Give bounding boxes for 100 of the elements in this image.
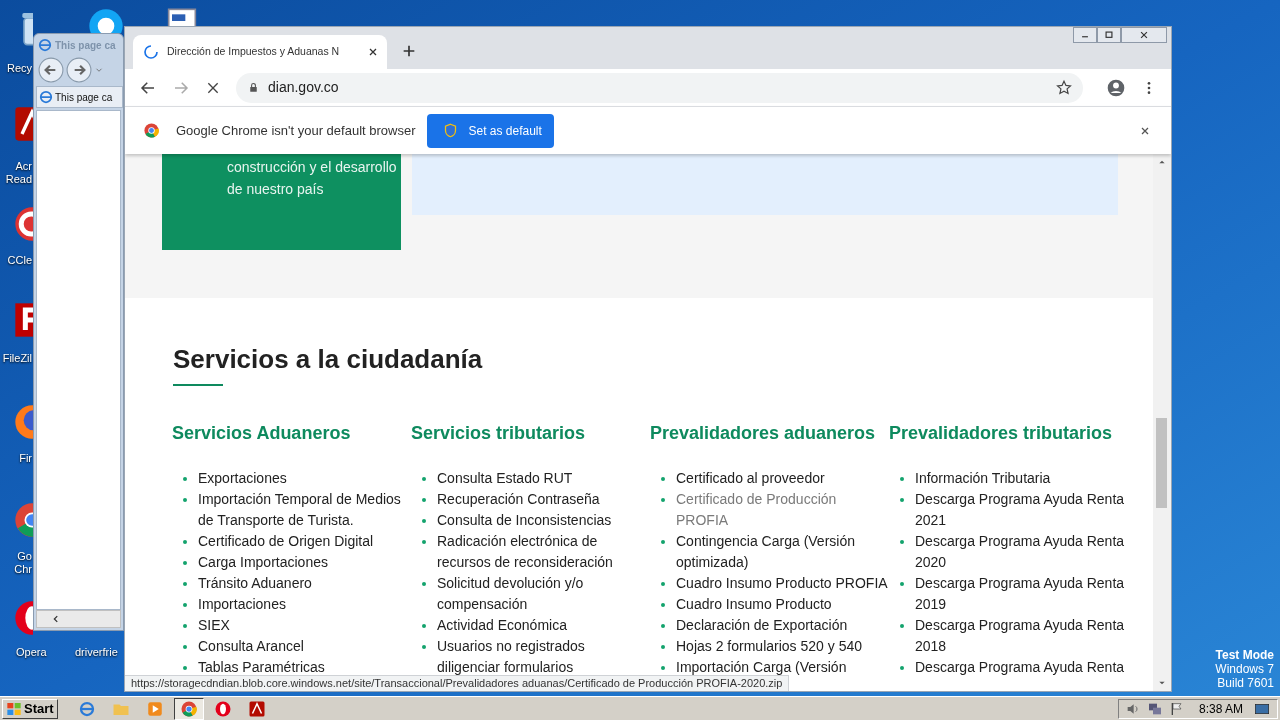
- service-link[interactable]: Descarga Programa Ayuda Renta: [915, 657, 1128, 678]
- service-link[interactable]: Usuarios no registrados diligenciar formularios: [437, 636, 650, 678]
- banner-text: construcción y el desarrollo de nuestro país: [227, 158, 397, 199]
- icon-label[interactable]: Opera: [16, 646, 56, 659]
- url-text: dian.gov.co: [268, 78, 340, 97]
- ie-icon: [77, 699, 96, 718]
- scroll-down-icon[interactable]: [1158, 679, 1166, 687]
- ie-icon: [38, 38, 52, 52]
- service-link[interactable]: Declaración de Exportación: [676, 615, 889, 636]
- app-icon[interactable]: [12, 300, 33, 340]
- ie-icon: [39, 90, 53, 104]
- service-link[interactable]: Certificado de Origen Digital: [198, 531, 411, 552]
- service-link[interactable]: Información Tributaria: [915, 468, 1128, 489]
- bullet-icon: [900, 665, 904, 670]
- service-link[interactable]: Hojas 2 formularios 520 y 540: [676, 636, 889, 657]
- service-link[interactable]: Importaciones: [198, 594, 411, 615]
- service-link[interactable]: Solicitud devolución y/o compensación: [437, 573, 650, 615]
- service-link[interactable]: Actividad Económica: [437, 615, 650, 636]
- system-text: Windows 7: [1215, 662, 1274, 676]
- browser-tab[interactable]: This page ca: [36, 86, 123, 108]
- status-url: https://storagecdndian.blob.core.windows.net/site/Transaccional/Prevalidadores aduanas/Certificado de Producción PROFIA-2020.zip: [131, 676, 783, 691]
- icon-label[interactable]: Recy: [0, 62, 32, 75]
- system-text: Build 7601: [1217, 676, 1274, 690]
- bullet-icon: [900, 476, 904, 481]
- star-icon[interactable]: [1055, 78, 1073, 97]
- info-message: Google Chrome isn't your default browser: [176, 121, 416, 140]
- scrollbar[interactable]: [1153, 154, 1171, 691]
- bullet-icon: [900, 623, 904, 628]
- service-link[interactable]: Cuadro Insumo Producto PROFIA: [676, 573, 889, 594]
- bullet-icon: [422, 518, 426, 523]
- close-icon[interactable]: [367, 46, 379, 58]
- restore-button[interactable]: [1097, 27, 1121, 43]
- horizontal-scrollbar[interactable]: [36, 610, 121, 628]
- bullet-icon: [183, 581, 187, 586]
- bullet-icon: [661, 644, 665, 649]
- bullet-icon: [900, 581, 904, 586]
- column-heading: Prevalidadores tributarios: [889, 422, 1114, 444]
- system-text: Test Mode: [1215, 648, 1274, 662]
- new-tab-icon[interactable]: [401, 43, 417, 59]
- service-link[interactable]: Certificado de Producción PROFIA: [676, 489, 889, 531]
- service-link[interactable]: Tablas Paramétricas: [198, 657, 411, 678]
- address-bar[interactable]: dian.gov.co: [236, 72, 1083, 103]
- tab-title: This page ca: [55, 90, 113, 105]
- service-link[interactable]: Cuadro Insumo Producto: [676, 594, 889, 615]
- bullet-icon: [661, 602, 665, 607]
- bullet-icon: [661, 497, 665, 502]
- bullet-icon: [422, 644, 426, 649]
- icon-label[interactable]: driverfrie: [75, 646, 123, 659]
- service-link[interactable]: Consulta Arancel: [198, 636, 411, 657]
- icon-label[interactable]: Fir: [0, 452, 32, 465]
- service-link[interactable]: Recuperación Contraseña: [437, 489, 650, 510]
- service-link[interactable]: Descarga Programa Ayuda Renta 2021: [915, 489, 1128, 531]
- bullet-icon: [183, 623, 187, 628]
- taskbar-button[interactable]: [173, 697, 204, 720]
- bullet-icon: [183, 539, 187, 544]
- scroll-left-icon[interactable]: [51, 614, 61, 624]
- set-default-button[interactable]: Set as default: [427, 113, 555, 148]
- start-button[interactable]: Start: [2, 698, 58, 719]
- service-link[interactable]: Descarga Programa Ayuda Renta 2019: [915, 573, 1128, 615]
- window-title: This page ca: [55, 38, 116, 53]
- service-link[interactable]: Descarga Programa Ayuda Renta 2020: [915, 531, 1128, 573]
- scroll-up-icon[interactable]: [1158, 158, 1166, 166]
- service-link[interactable]: Certificado al proveedor: [676, 468, 889, 489]
- pdf-app-icon[interactable]: [12, 104, 33, 144]
- service-link[interactable]: Radicación electrónica de recursos de reconsideración: [437, 531, 650, 573]
- bullet-icon: [661, 665, 665, 670]
- service-link[interactable]: Importación Temporal de Medios de Transporte de Turista.: [198, 489, 411, 531]
- scrollbar-thumb[interactable]: [1156, 418, 1167, 508]
- bullet-icon: [422, 476, 426, 481]
- tab-title: Dirección de Impuestos y Aduanas N: [167, 44, 341, 60]
- bullet-icon: [183, 602, 187, 607]
- column-heading: Servicios Aduaneros: [172, 422, 352, 444]
- browser-tab[interactable]: Dirección de Impuestos y Aduanas N: [133, 35, 387, 69]
- icon-label[interactable]: CCle: [0, 254, 32, 267]
- service-link[interactable]: Contingencia Carga (Versión optimizada): [676, 531, 889, 573]
- service-link[interactable]: Exportaciones: [198, 468, 411, 489]
- bullet-icon: [422, 497, 426, 502]
- service-link[interactable]: Carga Importaciones: [198, 552, 411, 573]
- service-link[interactable]: Consulta Estado RUT: [437, 468, 650, 489]
- bullet-icon: [661, 539, 665, 544]
- service-link[interactable]: Descarga Programa Ayuda Renta 2018: [915, 615, 1128, 657]
- section-title: Servicios a la ciudadanía: [173, 344, 484, 374]
- column-heading: Prevalidadores aduaneros: [650, 422, 877, 444]
- bullet-icon: [183, 665, 187, 670]
- windows-logo-icon: [6, 700, 22, 717]
- bullet-icon: [900, 497, 904, 502]
- bullet-icon: [422, 623, 426, 628]
- title-underline: [173, 384, 223, 386]
- bullet-icon: [183, 497, 187, 502]
- icon-label[interactable]: FileZil: [0, 352, 32, 365]
- bullet-icon: [183, 560, 187, 565]
- service-link[interactable]: Consulta de Inconsistencias: [437, 510, 650, 531]
- icon-label[interactable]: Acr Read: [0, 160, 32, 186]
- service-link[interactable]: Tránsito Aduanero: [198, 573, 411, 594]
- service-link[interactable]: SIEX: [198, 615, 411, 636]
- icon-label[interactable]: Go Chr: [0, 550, 32, 576]
- forward-button[interactable]: [66, 57, 92, 83]
- service-link[interactable]: Importación Carga (Versión: [676, 657, 889, 678]
- back-button[interactable]: [38, 57, 64, 83]
- profile-icon[interactable]: [1106, 77, 1126, 98]
